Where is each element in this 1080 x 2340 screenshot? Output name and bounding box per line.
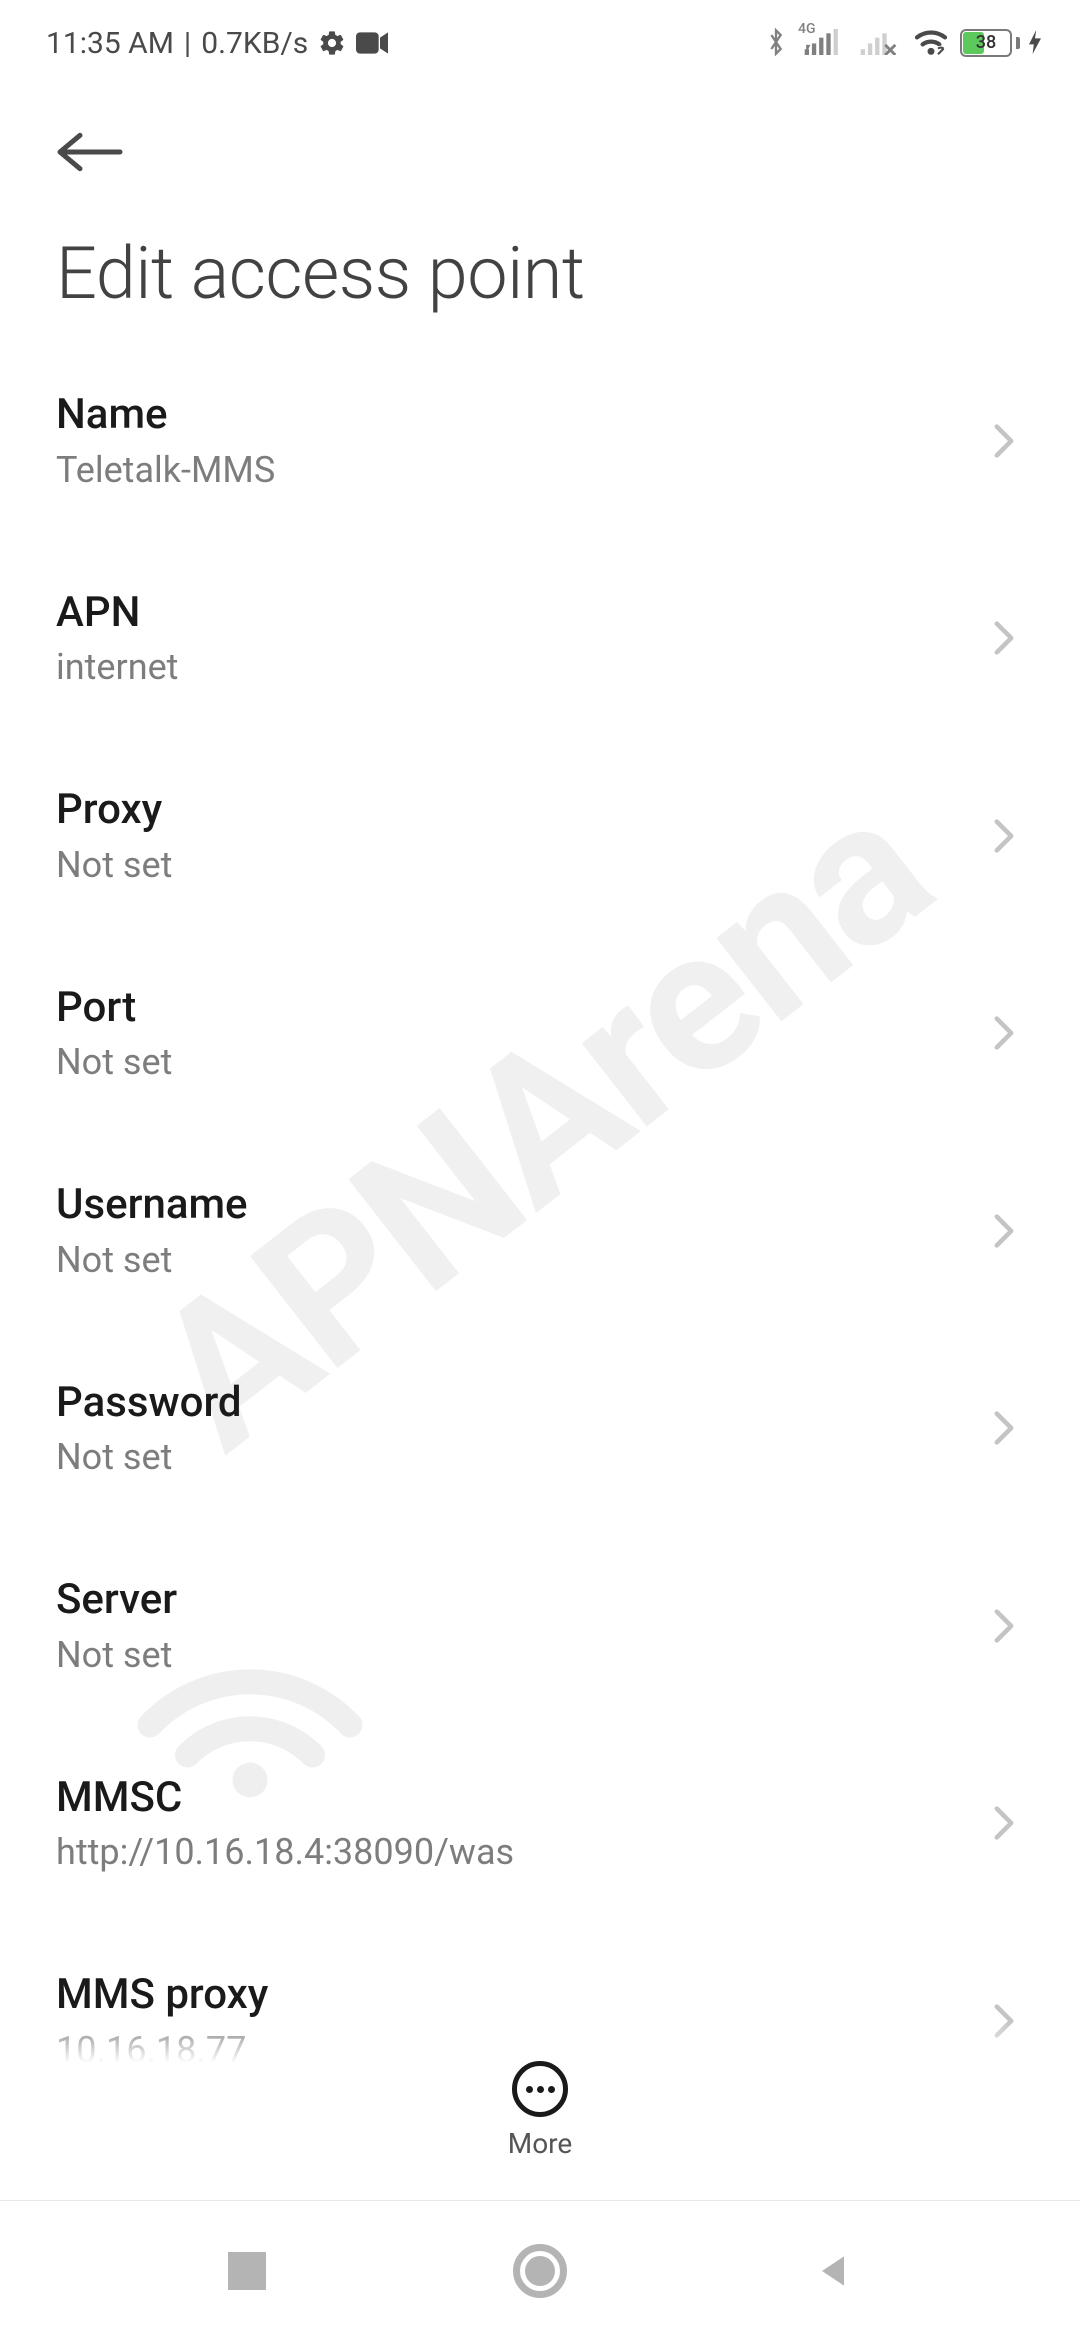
row-title: MMS proxy	[56, 1969, 964, 2022]
row-password[interactable]: Password Not set	[56, 1331, 1024, 1529]
row-apn[interactable]: APN internet	[56, 541, 1024, 739]
row-value: Not set	[56, 1238, 964, 1283]
row-name[interactable]: Name Teletalk-MMS	[56, 343, 1024, 541]
signal-2-icon	[858, 29, 902, 57]
camera-icon	[356, 32, 388, 54]
row-proxy[interactable]: Proxy Not set	[56, 738, 1024, 936]
battery-indicator: 38	[960, 29, 1016, 57]
row-value: http://10.16.18.4:38090/was	[56, 1830, 964, 1875]
row-title: Name	[56, 389, 964, 442]
more-label: More	[508, 2127, 573, 2160]
row-title: Proxy	[56, 784, 964, 837]
row-title: APN	[56, 587, 964, 640]
chevron-right-icon	[984, 1803, 1024, 1843]
more-button[interactable]: More	[0, 2021, 1080, 2160]
chevron-right-icon	[984, 1211, 1024, 1251]
row-title: MMSC	[56, 1772, 964, 1825]
page-title: Edit access point	[56, 234, 1024, 313]
circle-icon	[513, 2244, 567, 2298]
arrow-left-icon	[56, 132, 124, 172]
system-nav-bar	[0, 2200, 1080, 2340]
row-title: Port	[56, 982, 964, 1035]
row-title: Password	[56, 1377, 964, 1430]
row-value: Teletalk-MMS	[56, 448, 964, 493]
wifi-icon	[914, 29, 948, 57]
status-right: 4G	[766, 28, 1044, 58]
row-value: Not set	[56, 1633, 964, 1678]
chevron-right-icon	[984, 1606, 1024, 1646]
status-time: 11:35 AM	[46, 26, 174, 61]
row-title: Username	[56, 1179, 964, 1232]
back-button[interactable]	[56, 116, 128, 188]
chevron-right-icon	[984, 618, 1024, 658]
settings-list: Name Teletalk-MMS APN internet Proxy Not…	[0, 343, 1080, 2121]
row-title: Server	[56, 1574, 964, 1627]
nav-home-button[interactable]	[510, 2241, 570, 2301]
row-mmsc[interactable]: MMSC http://10.16.18.4:38090/was	[56, 1726, 1024, 1924]
chevron-right-icon	[984, 816, 1024, 856]
status-bar: 11:35 AM | 0.7KB/s 4G	[0, 0, 1080, 76]
header: Edit access point	[0, 76, 1080, 343]
charging-icon	[1028, 30, 1044, 56]
triangle-left-icon	[811, 2249, 855, 2293]
row-port[interactable]: Port Not set	[56, 936, 1024, 1134]
battery-pct: 38	[960, 29, 1012, 57]
bluetooth-icon	[766, 28, 790, 58]
square-icon	[228, 2252, 266, 2290]
more-icon	[512, 2061, 568, 2117]
nav-recent-button[interactable]	[217, 2241, 277, 2301]
gear-icon	[318, 29, 346, 57]
status-left: 11:35 AM | 0.7KB/s	[46, 26, 388, 61]
nav-back-button[interactable]	[803, 2241, 863, 2301]
row-value: internet	[56, 645, 964, 690]
chevron-right-icon	[984, 1408, 1024, 1448]
signal-1-icon: 4G	[802, 29, 846, 57]
signal-net-label: 4G	[798, 21, 816, 37]
row-value: Not set	[56, 1040, 964, 1085]
row-value: Not set	[56, 843, 964, 888]
chevron-right-icon	[984, 1013, 1024, 1053]
row-username[interactable]: Username Not set	[56, 1133, 1024, 1331]
row-value: Not set	[56, 1435, 964, 1480]
status-sep: |	[184, 26, 191, 61]
chevron-right-icon	[984, 421, 1024, 461]
row-server[interactable]: Server Not set	[56, 1528, 1024, 1726]
status-speed: 0.7KB/s	[201, 26, 308, 61]
